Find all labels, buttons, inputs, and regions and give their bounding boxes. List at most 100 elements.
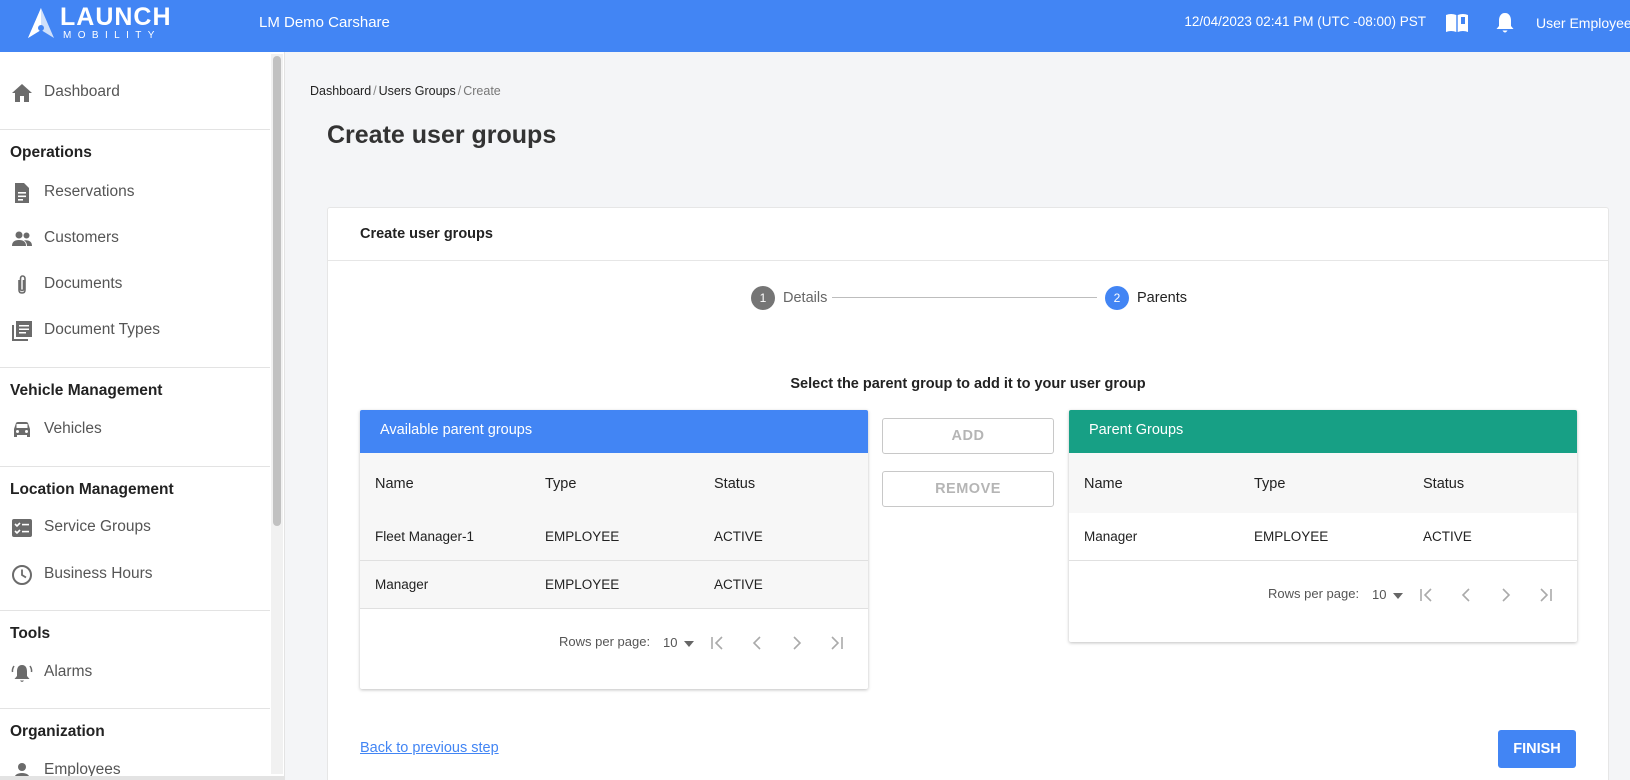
- alarm-bell-icon: [11, 665, 33, 682]
- create-user-groups-card: Create user groups 1 Details 2 Parents S…: [327, 207, 1609, 780]
- sidebar-item-business-hours[interactable]: Business Hours: [0, 554, 270, 594]
- table-row[interactable]: Manager EMPLOYEE ACTIVE: [1069, 513, 1577, 561]
- column-status[interactable]: Status: [1423, 476, 1464, 493]
- home-icon: [12, 84, 32, 102]
- step-number: 1: [751, 286, 775, 310]
- parent-groups-panel: Parent Groups Name Type Status Manager E…: [1069, 410, 1577, 642]
- sidebar-item-documents[interactable]: Documents: [0, 264, 270, 304]
- tenant-name: LM Demo Carshare: [259, 14, 390, 31]
- rows-per-page-select[interactable]: 10: [663, 635, 695, 650]
- sidebar-item-label: Alarms: [44, 663, 93, 680]
- datetime-display: 12/04/2023 02:41 PM (UTC -08:00) PST: [1184, 14, 1426, 29]
- sidebar-item-label: Documents: [44, 275, 123, 292]
- column-status[interactable]: Status: [714, 476, 755, 493]
- breadcrumb-separator: /: [373, 84, 377, 98]
- instruction-text: Select the parent group to add it to you…: [790, 376, 1146, 392]
- last-page-icon[interactable]: [1534, 583, 1558, 607]
- logo-mark-icon: [28, 8, 54, 38]
- column-type[interactable]: Type: [1254, 476, 1285, 493]
- cell-name: Fleet Manager-1: [375, 529, 475, 544]
- sidebar-item-customers[interactable]: Customers: [0, 218, 270, 258]
- sidebar-section-tools: Tools: [10, 625, 51, 642]
- next-page-icon[interactable]: [785, 631, 809, 655]
- caret-down-icon: [684, 640, 695, 647]
- back-to-previous-step-link[interactable]: Back to previous step: [360, 740, 499, 757]
- sidebar-item-reservations[interactable]: Reservations: [0, 172, 270, 212]
- card-title: Create user groups: [360, 226, 493, 242]
- cell-type: EMPLOYEE: [1254, 529, 1329, 544]
- breadcrumb: Dashboard / Users Groups / Create: [310, 84, 501, 99]
- rows-per-page-select[interactable]: 10: [1372, 587, 1404, 602]
- logo-word: LAUNCH: [60, 3, 172, 31]
- step-label: Details: [783, 290, 828, 306]
- sidebar: Dashboard Operations Reservations Custom…: [0, 52, 285, 780]
- sidebar-item-vehicles[interactable]: Vehicles: [0, 409, 270, 449]
- library-icon: [12, 321, 32, 341]
- cell-type: EMPLOYEE: [545, 529, 620, 544]
- table-row[interactable]: Fleet Manager-1 EMPLOYEE ACTIVE: [360, 513, 868, 561]
- first-page-icon[interactable]: [1414, 583, 1438, 607]
- step-label: Parents: [1137, 290, 1187, 306]
- book-icon[interactable]: [1445, 12, 1469, 34]
- sidebar-divider: [0, 610, 270, 611]
- table-row[interactable]: Manager EMPLOYEE ACTIVE: [360, 561, 868, 609]
- sidebar-item-label: Dashboard: [44, 83, 120, 100]
- last-page-icon[interactable]: [825, 631, 849, 655]
- cell-status: ACTIVE: [1423, 529, 1472, 544]
- paperclip-icon: [18, 275, 26, 294]
- sidebar-item-service-groups[interactable]: Service Groups: [0, 507, 270, 547]
- sidebar-item-alarms[interactable]: Alarms: [0, 652, 270, 692]
- sidebar-item-document-types[interactable]: Document Types: [0, 310, 270, 350]
- first-page-icon[interactable]: [705, 631, 729, 655]
- column-name[interactable]: Name: [1084, 476, 1123, 493]
- remove-button[interactable]: REMOVE: [882, 471, 1054, 507]
- previous-page-icon[interactable]: [745, 631, 769, 655]
- available-groups-title: Available parent groups: [360, 410, 868, 453]
- table-header: Name Type Status: [360, 453, 868, 513]
- sidebar-item-dashboard[interactable]: Dashboard: [0, 72, 270, 112]
- bell-icon[interactable]: [1494, 11, 1516, 35]
- sidebar-item-label: Vehicles: [44, 420, 102, 437]
- breadcrumb-dashboard[interactable]: Dashboard: [310, 84, 371, 98]
- available-groups-panel: Available parent groups Name Type Status…: [360, 410, 868, 689]
- rows-per-page-label: Rows per page:: [1268, 586, 1360, 601]
- sidebar-divider: [0, 129, 270, 130]
- cell-name: Manager: [375, 577, 429, 592]
- sidebar-item-label: Reservations: [44, 183, 135, 200]
- cell-status: ACTIVE: [714, 577, 763, 592]
- column-type[interactable]: Type: [545, 476, 576, 493]
- sidebar-item-label: Business Hours: [44, 565, 153, 582]
- stepper-connector: [832, 297, 1097, 298]
- page-title: Create user groups: [327, 121, 557, 149]
- table-header: Name Type Status: [1069, 453, 1577, 513]
- people-icon: [12, 231, 32, 246]
- step-details[interactable]: 1 Details: [751, 286, 831, 310]
- cell-name: Manager: [1084, 529, 1138, 544]
- top-bar: LAUNCH MOBILITY LM Demo Carshare 12/04/2…: [0, 0, 1630, 52]
- finish-button[interactable]: FINISH: [1498, 730, 1576, 768]
- clock-icon: [12, 565, 32, 585]
- rows-per-page-value: 10: [663, 635, 678, 650]
- card-divider: [328, 260, 1608, 261]
- checklist-icon: [12, 519, 32, 537]
- sidebar-scrollbar-thumb[interactable]: [273, 56, 281, 526]
- sidebar-section-organization: Organization: [10, 723, 105, 740]
- next-page-icon[interactable]: [1494, 583, 1518, 607]
- sidebar-bottom-border: [0, 776, 284, 780]
- sidebar-divider: [0, 708, 270, 709]
- sidebar-item-label: Service Groups: [44, 518, 151, 535]
- sidebar-section-location-management: Location Management: [10, 481, 174, 498]
- column-name[interactable]: Name: [375, 476, 414, 493]
- cell-type: EMPLOYEE: [545, 577, 620, 592]
- step-parents[interactable]: 2 Parents: [1105, 286, 1195, 310]
- sidebar-section-vehicle-management: Vehicle Management: [10, 382, 163, 399]
- parent-groups-title: Parent Groups: [1069, 410, 1577, 453]
- logo-subword: MOBILITY: [63, 30, 161, 41]
- add-button[interactable]: ADD: [882, 418, 1054, 454]
- rows-per-page-value: 10: [1372, 587, 1387, 602]
- caret-down-icon: [1393, 592, 1404, 599]
- previous-page-icon[interactable]: [1454, 583, 1478, 607]
- breadcrumb-users-groups[interactable]: Users Groups: [379, 84, 456, 98]
- user-menu[interactable]: User Employee: [1536, 15, 1630, 31]
- launch-mobility-logo[interactable]: LAUNCH MOBILITY: [26, 4, 176, 44]
